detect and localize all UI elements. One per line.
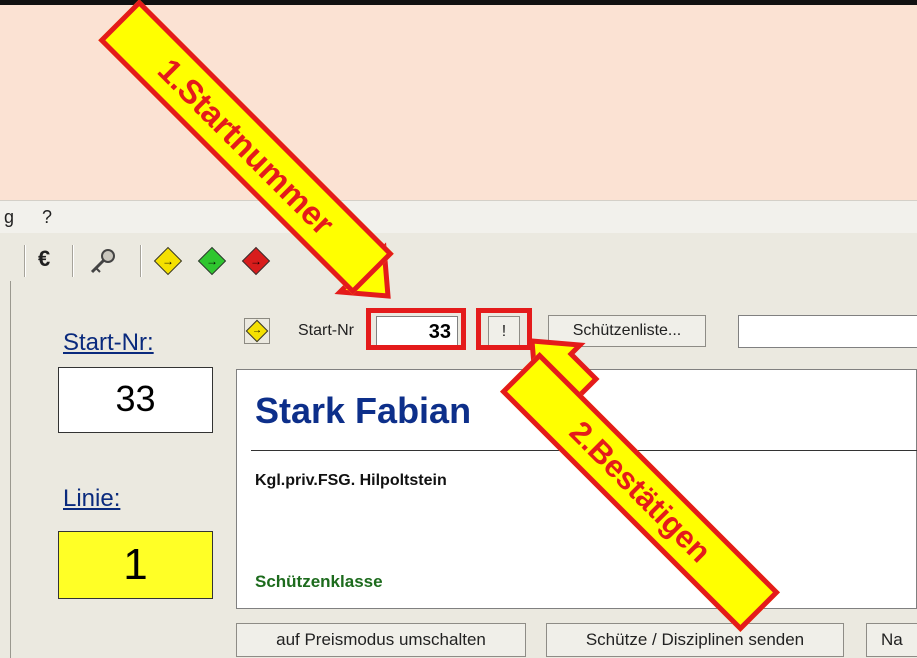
annotation-arrows: [320, 228, 600, 409]
